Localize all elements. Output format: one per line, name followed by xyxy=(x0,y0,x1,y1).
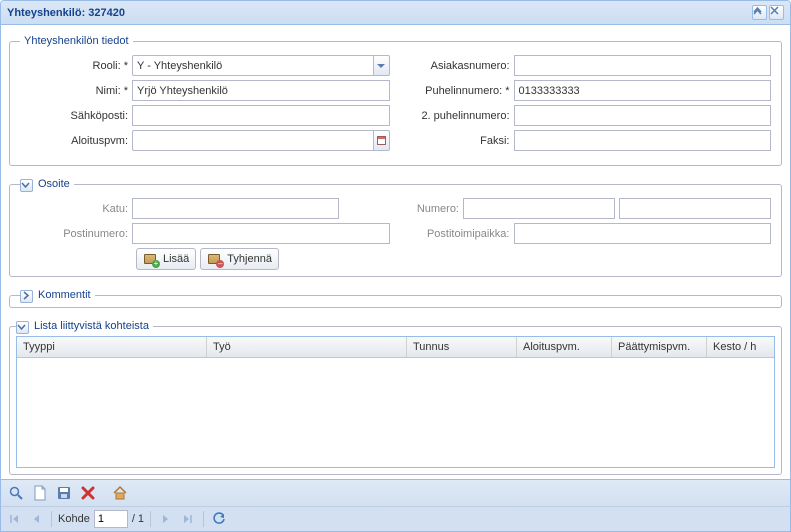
numero-input-2[interactable] xyxy=(619,198,771,219)
legend-list-text: Lista liittyvistä kohteista xyxy=(34,320,149,332)
paging-label: Kohde xyxy=(58,513,90,525)
col-tunnus[interactable]: Tunnus xyxy=(407,337,517,357)
label-rooli: Rooli: * xyxy=(20,60,132,72)
legend-comments-text: Kommentit xyxy=(38,289,91,301)
search-icon xyxy=(8,485,24,501)
email-input[interactable] xyxy=(132,105,390,126)
paging-separator-2 xyxy=(150,511,151,527)
fieldset-details: Yhteyshenkilön tiedot Rooli: * Asiakasnu… xyxy=(9,35,782,166)
label-postinumero: Postinumero: xyxy=(20,228,132,240)
postitoimipaikka-input[interactable] xyxy=(514,223,772,244)
paging-separator-3 xyxy=(203,511,204,527)
katu-input[interactable] xyxy=(132,198,339,219)
legend-address: Osoite xyxy=(20,178,74,190)
label-faksi: Faksi: xyxy=(402,135,514,147)
col-aloituspvm[interactable]: Aloituspvm. xyxy=(517,337,612,357)
refresh-icon xyxy=(212,512,226,526)
faksi-input[interactable] xyxy=(514,130,772,151)
puhelin2-input[interactable] xyxy=(514,105,772,126)
page-number-input[interactable] xyxy=(94,510,128,528)
new-button[interactable] xyxy=(29,482,51,504)
panel-title: Yhteyshenkilö: 327420 xyxy=(7,7,125,19)
col-paattymispvm[interactable]: Päättymispvm. xyxy=(612,337,707,357)
save-icon xyxy=(56,485,72,501)
col-kesto[interactable]: Kesto / h xyxy=(707,337,774,357)
page-last-button[interactable] xyxy=(179,510,197,528)
fieldset-address: Osoite Katu: Numero: Postinumero: xyxy=(9,178,782,277)
clear-address-button[interactable]: – Tyhjennä xyxy=(200,248,279,270)
rooli-combo-trigger[interactable] xyxy=(373,55,390,76)
toggle-address[interactable] xyxy=(20,179,33,192)
toggle-comments[interactable] xyxy=(20,290,33,303)
paging-toolbar: Kohde / 1 xyxy=(1,506,790,531)
add-address-button[interactable]: + Lisää xyxy=(136,248,196,270)
add-address-label: Lisää xyxy=(163,253,189,265)
home-icon xyxy=(112,485,128,501)
box-add-icon: + xyxy=(143,251,159,267)
puhelin-input[interactable] xyxy=(514,80,772,101)
panel-header: Yhteyshenkilö: 327420 xyxy=(1,1,790,25)
grid-body[interactable] xyxy=(17,358,774,467)
grid-header: Tyyppi Työ Tunnus Aloituspvm. Päättymisp… xyxy=(17,337,774,358)
label-asiakasnumero: Asiakasnumero: xyxy=(402,60,514,72)
paging-total: / 1 xyxy=(132,513,144,525)
delete-icon xyxy=(80,485,96,501)
calendar-icon xyxy=(377,136,386,145)
label-numero: Numero: xyxy=(351,203,463,215)
aloituspvm-input[interactable] xyxy=(132,130,373,151)
postinumero-input[interactable] xyxy=(132,223,390,244)
page-first-button[interactable] xyxy=(5,510,23,528)
bottom-toolbar xyxy=(1,479,790,506)
label-aloituspvm: Aloituspvm: xyxy=(20,135,132,147)
rooli-combo-input[interactable] xyxy=(132,55,373,76)
toggle-list[interactable] xyxy=(16,321,29,334)
legend-comments: Kommentit xyxy=(20,289,95,301)
asiakasnumero-input[interactable] xyxy=(514,55,772,76)
page-prev-button[interactable] xyxy=(27,510,45,528)
numero-input-1[interactable] xyxy=(463,198,615,219)
label-postitoimipaikka: Postitoimipaikka: xyxy=(402,228,514,240)
related-grid: Tyyppi Työ Tunnus Aloituspvm. Päättymisp… xyxy=(16,336,775,468)
label-puhelin: Puhelinnumero: * xyxy=(402,85,514,97)
fieldset-comments: Kommentit xyxy=(9,289,782,308)
page-next-button[interactable] xyxy=(157,510,175,528)
home-button[interactable] xyxy=(109,482,131,504)
label-puhelin2: 2. puhelinnumero: xyxy=(402,110,514,122)
aloituspvm-date-trigger[interactable] xyxy=(373,130,390,151)
col-tyo[interactable]: Työ xyxy=(207,337,407,357)
label-nimi: Nimi: * xyxy=(20,85,132,97)
chevron-down-icon xyxy=(377,64,385,68)
search-button[interactable] xyxy=(5,482,27,504)
clear-address-label: Tyhjennä xyxy=(227,253,272,265)
label-email: Sähköposti: xyxy=(20,110,132,122)
legend-details: Yhteyshenkilön tiedot xyxy=(20,35,133,47)
refresh-button[interactable] xyxy=(210,510,228,528)
col-tyyppi[interactable]: Tyyppi xyxy=(17,337,207,357)
save-button[interactable] xyxy=(53,482,75,504)
delete-button[interactable] xyxy=(77,482,99,504)
legend-address-text: Osoite xyxy=(38,178,70,190)
nimi-input[interactable] xyxy=(132,80,390,101)
close-icon[interactable] xyxy=(769,5,784,20)
collapse-up-icon[interactable] xyxy=(752,5,767,20)
legend-list: Lista liittyvistä kohteista xyxy=(16,320,153,332)
page-icon xyxy=(32,485,48,501)
label-katu: Katu: xyxy=(20,203,132,215)
box-clear-icon: – xyxy=(207,251,223,267)
fieldset-list: Lista liittyvistä kohteista Tyyppi Työ T… xyxy=(9,320,782,475)
paging-separator xyxy=(51,511,52,527)
